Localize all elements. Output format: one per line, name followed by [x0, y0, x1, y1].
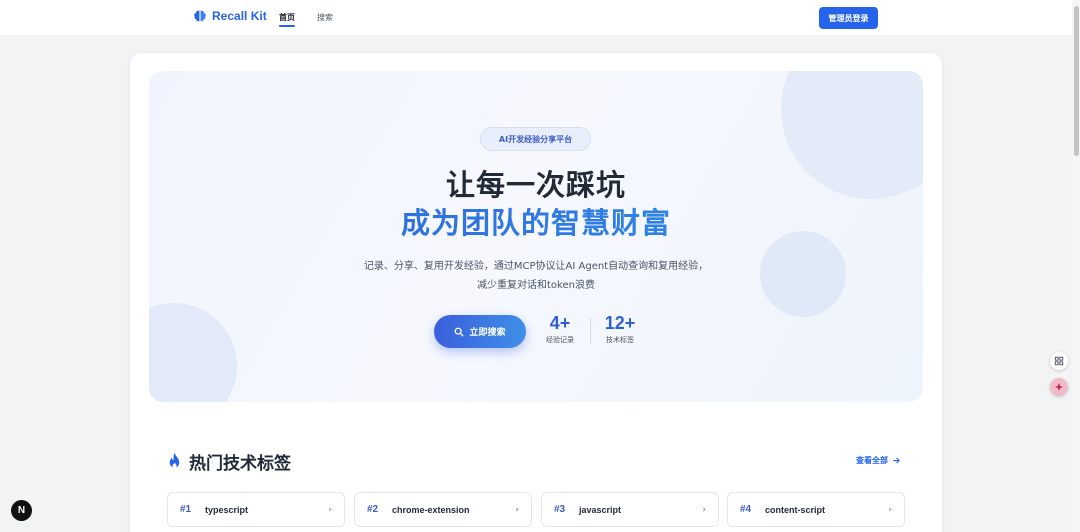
stat-value: 12+ [604, 313, 636, 333]
tag-name: typescript [205, 504, 249, 515]
search-icon [455, 327, 464, 336]
admin-login-button[interactable]: 管理员登录 [819, 7, 878, 29]
brand-logo[interactable]: Recall Kit [193, 9, 267, 23]
view-all-label: 查看全部 [856, 456, 888, 465]
stat-label: 技术标签 [606, 336, 634, 344]
assistant-tool-icon[interactable] [1050, 378, 1068, 396]
platform-badge: AI开发经验分享平台 [480, 127, 591, 151]
view-all-link[interactable]: 查看全部 [856, 455, 901, 466]
translate-tool-icon[interactable] [1050, 352, 1068, 370]
tag-card-content-script[interactable]: #4 content-script › [727, 492, 905, 527]
hero-title-line1: 让每一次踩坑 [445, 168, 626, 202]
tag-name: javascript [579, 504, 622, 515]
nav-search-link[interactable]: 搜索 [317, 12, 333, 23]
tag-rank: #4 [740, 504, 752, 515]
chevron-right-icon: › [702, 504, 706, 515]
nextjs-dev-badge[interactable]: N [11, 500, 32, 521]
tag-card-chrome-extension[interactable]: #2 chrome-extension › [354, 492, 532, 527]
tag-rank: #3 [554, 504, 566, 515]
brand-name: Recall Kit [212, 9, 267, 23]
sparkle-icon [1054, 382, 1064, 392]
decorative-circle [760, 231, 846, 317]
tag-name: content-script [765, 504, 826, 515]
tag-name: chrome-extension [392, 504, 470, 515]
brain-icon [194, 10, 206, 22]
stat-tech-tags: 12+ 技术标签 [600, 313, 640, 345]
hero-description-line2: 减少重复对话和token浪费 [477, 280, 595, 291]
tag-card-javascript[interactable]: #3 javascript › [541, 492, 719, 527]
hero-description-line1: 记录、分享、复用开发经验，通过MCP协议让AI Agent自动查询和复用经验， [363, 261, 709, 272]
search-now-button[interactable]: 立即搜索 [434, 315, 526, 348]
chevron-right-icon: › [888, 504, 892, 515]
arrow-right-icon [892, 457, 900, 464]
decorative-circle [149, 303, 237, 402]
tag-rank: #1 [180, 504, 192, 515]
stat-value: 4+ [549, 313, 571, 333]
nav-home-link[interactable]: 首页 [279, 12, 295, 27]
scrollbar-thumb[interactable] [1074, 6, 1079, 156]
chevron-right-icon: › [515, 504, 519, 515]
section-title: 热门技术标签 [189, 454, 291, 474]
grid-icon [1054, 356, 1064, 366]
stat-divider [590, 318, 591, 344]
stat-label: 经验记录 [546, 336, 574, 344]
chevron-right-icon: › [328, 504, 332, 515]
top-navbar: Recall Kit 首页 搜索 管理员登录 [0, 0, 1072, 36]
fire-icon [169, 452, 180, 469]
tag-rank: #2 [367, 504, 379, 515]
search-now-label: 立即搜索 [469, 328, 506, 338]
tag-card-typescript[interactable]: #1 typescript › [167, 492, 345, 527]
section-header: 热门技术标签 [166, 449, 291, 474]
stat-experience-records: 4+ 经验记录 [540, 313, 580, 345]
hero-title-line2: 成为团队的智慧财富 [0, 200, 1072, 242]
